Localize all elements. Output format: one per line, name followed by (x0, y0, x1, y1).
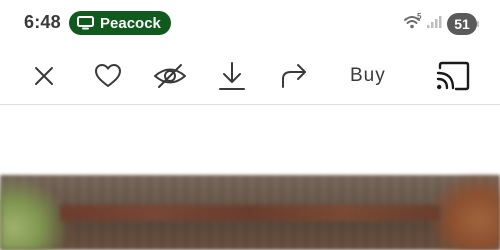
hide-button[interactable] (148, 54, 192, 98)
cast-button[interactable] (432, 54, 476, 98)
active-app-pill[interactable]: Peacock (69, 11, 171, 35)
active-app-label: Peacock (100, 14, 161, 32)
close-icon (35, 67, 53, 85)
share-arrow-icon (282, 64, 306, 88)
photo-brick-band (60, 205, 440, 221)
battery-indicator: 51 (447, 13, 477, 35)
battery-tip (477, 21, 479, 27)
wifi-band-label: 5 (417, 12, 422, 21)
toolbar-divider (0, 104, 500, 105)
photo-toolbar: Buy (0, 48, 500, 104)
download-icon (219, 62, 245, 90)
status-time: 6:48 (24, 12, 61, 32)
screen-icon (77, 16, 94, 30)
cellular-signal-icon (427, 16, 442, 28)
buy-button[interactable]: Buy (350, 58, 386, 94)
status-bar: 6:48 Peacock 5 51 (0, 0, 500, 46)
download-button[interactable] (210, 54, 254, 98)
battery-level: 51 (454, 16, 470, 32)
close-button[interactable] (22, 54, 66, 98)
eye-slash-icon (154, 64, 186, 88)
share-button[interactable] (272, 54, 316, 98)
photo-foliage-right (430, 175, 500, 250)
heart-icon (95, 64, 121, 87)
cast-icon (436, 61, 470, 91)
favorite-button[interactable] (86, 54, 130, 98)
